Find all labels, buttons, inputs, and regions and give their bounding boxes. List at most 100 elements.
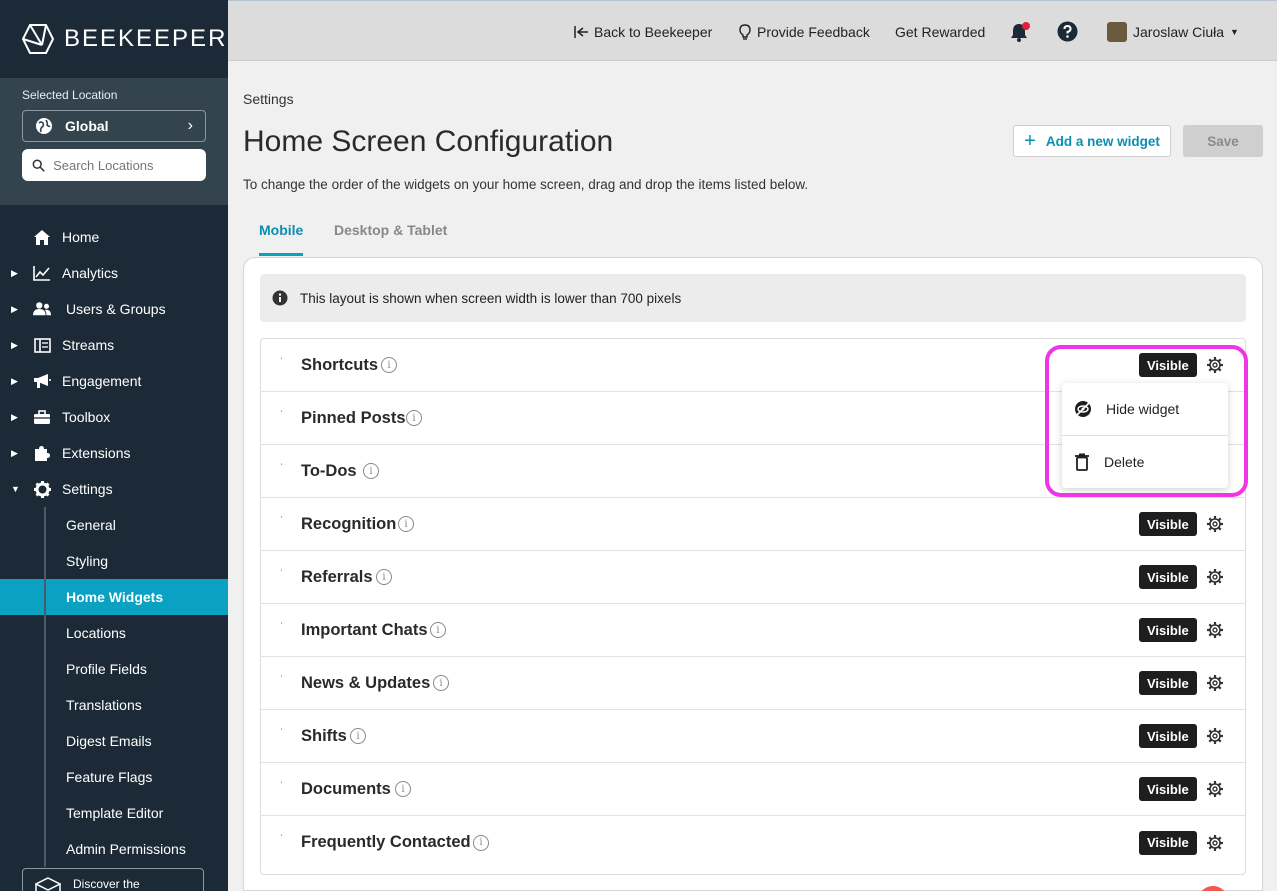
nav-item-toolbox[interactable]: ▶ Toolbox — [0, 399, 228, 435]
widget-row-important-chats[interactable]: ˈ Important Chats i Visible — [261, 604, 1245, 657]
save-button[interactable]: Save — [1183, 125, 1263, 157]
gear-icon[interactable] — [1205, 514, 1225, 534]
nav-label: Home — [62, 229, 100, 245]
widget-row-frequently-contacted[interactable]: ˈ Frequently Contacted i Visible — [261, 816, 1245, 869]
sub-item-general[interactable]: General — [0, 507, 228, 543]
info-icon[interactable]: i — [363, 463, 379, 479]
drag-handle-icon[interactable]: ˈ — [280, 463, 283, 474]
topbar: Back to Beekeeper Provide Feedback Get R… — [228, 0, 1277, 61]
sub-item-profile-fields[interactable]: Profile Fields — [0, 651, 228, 687]
nav-item-settings[interactable]: ▼ Settings — [0, 471, 228, 507]
gear-icon[interactable] — [1205, 673, 1225, 693]
beekeeper-logo-icon — [22, 24, 54, 54]
cube-icon — [35, 877, 61, 891]
nav-item-engagement[interactable]: ▶ Engagement — [0, 363, 228, 399]
drag-handle-icon[interactable]: ˈ — [280, 569, 283, 580]
visibility-badge: Visible — [1139, 777, 1197, 801]
gear-icon[interactable] — [1205, 833, 1225, 853]
drag-handle-icon[interactable]: ˈ — [280, 410, 283, 421]
widget-row-news-updates[interactable]: ˈ News & Updates i Visible — [261, 657, 1245, 710]
widget-row-documents[interactable]: ˈ Documents i Visible — [261, 763, 1245, 816]
toolbox-icon — [33, 408, 51, 426]
brand-name: BEEKEEPER — [64, 25, 228, 52]
widget-label: To-Dos — [301, 461, 357, 480]
widget-row-recognition[interactable]: ˈ Recognition i Visible — [261, 498, 1245, 551]
plus-icon: + — [1024, 130, 1036, 152]
gear-icon — [33, 480, 51, 498]
widget-row-referrals[interactable]: ˈ Referrals i Visible — [261, 551, 1245, 604]
info-icon[interactable]: i — [381, 357, 397, 373]
get-rewarded-link[interactable]: Get Rewarded — [895, 1, 985, 62]
sub-item-template-editor[interactable]: Template Editor — [0, 795, 228, 831]
breadcrumb[interactable]: Settings — [243, 91, 294, 107]
notifications-button[interactable] — [1009, 1, 1031, 62]
drag-handle-icon[interactable]: ˈ — [280, 728, 283, 739]
location-selector[interactable]: Global › — [22, 110, 206, 142]
back-to-beekeeper-link[interactable]: Back to Beekeeper — [574, 1, 712, 62]
widget-label: Frequently Contacted — [301, 833, 471, 851]
drag-handle-icon[interactable]: ˈ — [280, 675, 283, 686]
info-icon[interactable]: i — [406, 410, 422, 426]
info-icon[interactable]: i — [398, 516, 414, 532]
info-icon[interactable]: i — [430, 622, 446, 638]
gear-icon[interactable] — [1205, 620, 1225, 640]
caret-right-icon: ▶ — [11, 303, 18, 314]
nav-item-streams[interactable]: ▶ Streams — [0, 327, 228, 363]
sub-item-feature-flags[interactable]: Feature Flags — [0, 759, 228, 795]
nav-item-users-groups[interactable]: ▶ Users & Groups — [0, 291, 228, 327]
caret-right-icon: ▶ — [11, 267, 18, 278]
users-icon — [33, 300, 51, 318]
drag-handle-icon[interactable]: ˈ — [280, 834, 283, 845]
gear-icon[interactable] — [1205, 779, 1225, 799]
info-icon[interactable]: i — [433, 675, 449, 691]
user-menu[interactable]: Jaroslaw Ciuła ▼ — [1107, 1, 1239, 62]
sub-item-digest-emails[interactable]: Digest Emails — [0, 723, 228, 759]
gear-icon[interactable] — [1205, 567, 1225, 587]
drag-handle-icon[interactable]: ˈ — [280, 622, 283, 633]
sub-item-locations[interactable]: Locations — [0, 615, 228, 651]
search-locations-input[interactable] — [53, 157, 196, 173]
gear-icon[interactable] — [1205, 726, 1225, 746]
nav-item-home[interactable]: Home — [0, 219, 228, 255]
caret-right-icon: ▶ — [11, 339, 18, 350]
sub-item-styling[interactable]: Styling — [0, 543, 228, 579]
arrow-left-bar-icon — [574, 25, 588, 38]
add-widget-button[interactable]: + Add a new widget — [1013, 125, 1171, 157]
nav-item-analytics[interactable]: ▶ Analytics — [0, 255, 228, 291]
info-icon[interactable]: i — [395, 781, 411, 797]
tab-mobile[interactable]: Mobile — [259, 222, 303, 238]
nav-label: Users & Groups — [66, 301, 166, 317]
discover-button[interactable]: Discover the — [22, 868, 204, 891]
sub-item-admin-permissions[interactable]: Admin Permissions — [0, 831, 228, 867]
sub-item-home-widgets[interactable]: Home Widgets — [0, 579, 228, 615]
avatar — [1107, 21, 1127, 42]
add-widget-label: Add a new widget — [1045, 133, 1160, 149]
nav-item-extensions[interactable]: ▶ Extensions — [0, 435, 228, 471]
logo[interactable]: BEEKEEPER — [0, 0, 228, 78]
info-icon[interactable]: i — [376, 569, 392, 585]
drag-handle-icon[interactable]: ˈ — [280, 781, 283, 792]
caret-right-icon: ▶ — [11, 375, 18, 386]
help-button[interactable] — [1057, 1, 1078, 62]
provide-feedback-link[interactable]: Provide Feedback — [739, 1, 870, 62]
submenu-line — [44, 507, 46, 867]
widget-label: Recognition — [301, 514, 397, 533]
drag-handle-icon[interactable]: ˈ — [280, 357, 283, 368]
drag-handle-icon[interactable]: ˈ — [280, 516, 283, 527]
home-icon — [33, 228, 51, 246]
caret-down-icon: ▼ — [11, 484, 20, 494]
user-name: Jaroslaw Ciuła — [1133, 23, 1225, 40]
tab-desktop-tablet[interactable]: Desktop & Tablet — [334, 222, 447, 238]
visibility-badge: Visible — [1139, 565, 1197, 589]
info-icon[interactable]: i — [473, 834, 489, 851]
visibility-badge: Visible — [1139, 618, 1197, 642]
info-filled-icon — [272, 290, 288, 306]
widget-label: Shifts — [301, 726, 347, 745]
info-icon[interactable]: i — [350, 728, 366, 744]
sub-item-translations[interactable]: Translations — [0, 687, 228, 723]
widget-row-shifts[interactable]: ˈ Shifts i Visible — [261, 710, 1245, 763]
widget-label: Important Chats — [301, 620, 428, 639]
location-search[interactable] — [22, 149, 206, 181]
active-tab-indicator — [259, 253, 303, 256]
question-circle-icon — [1057, 21, 1078, 42]
